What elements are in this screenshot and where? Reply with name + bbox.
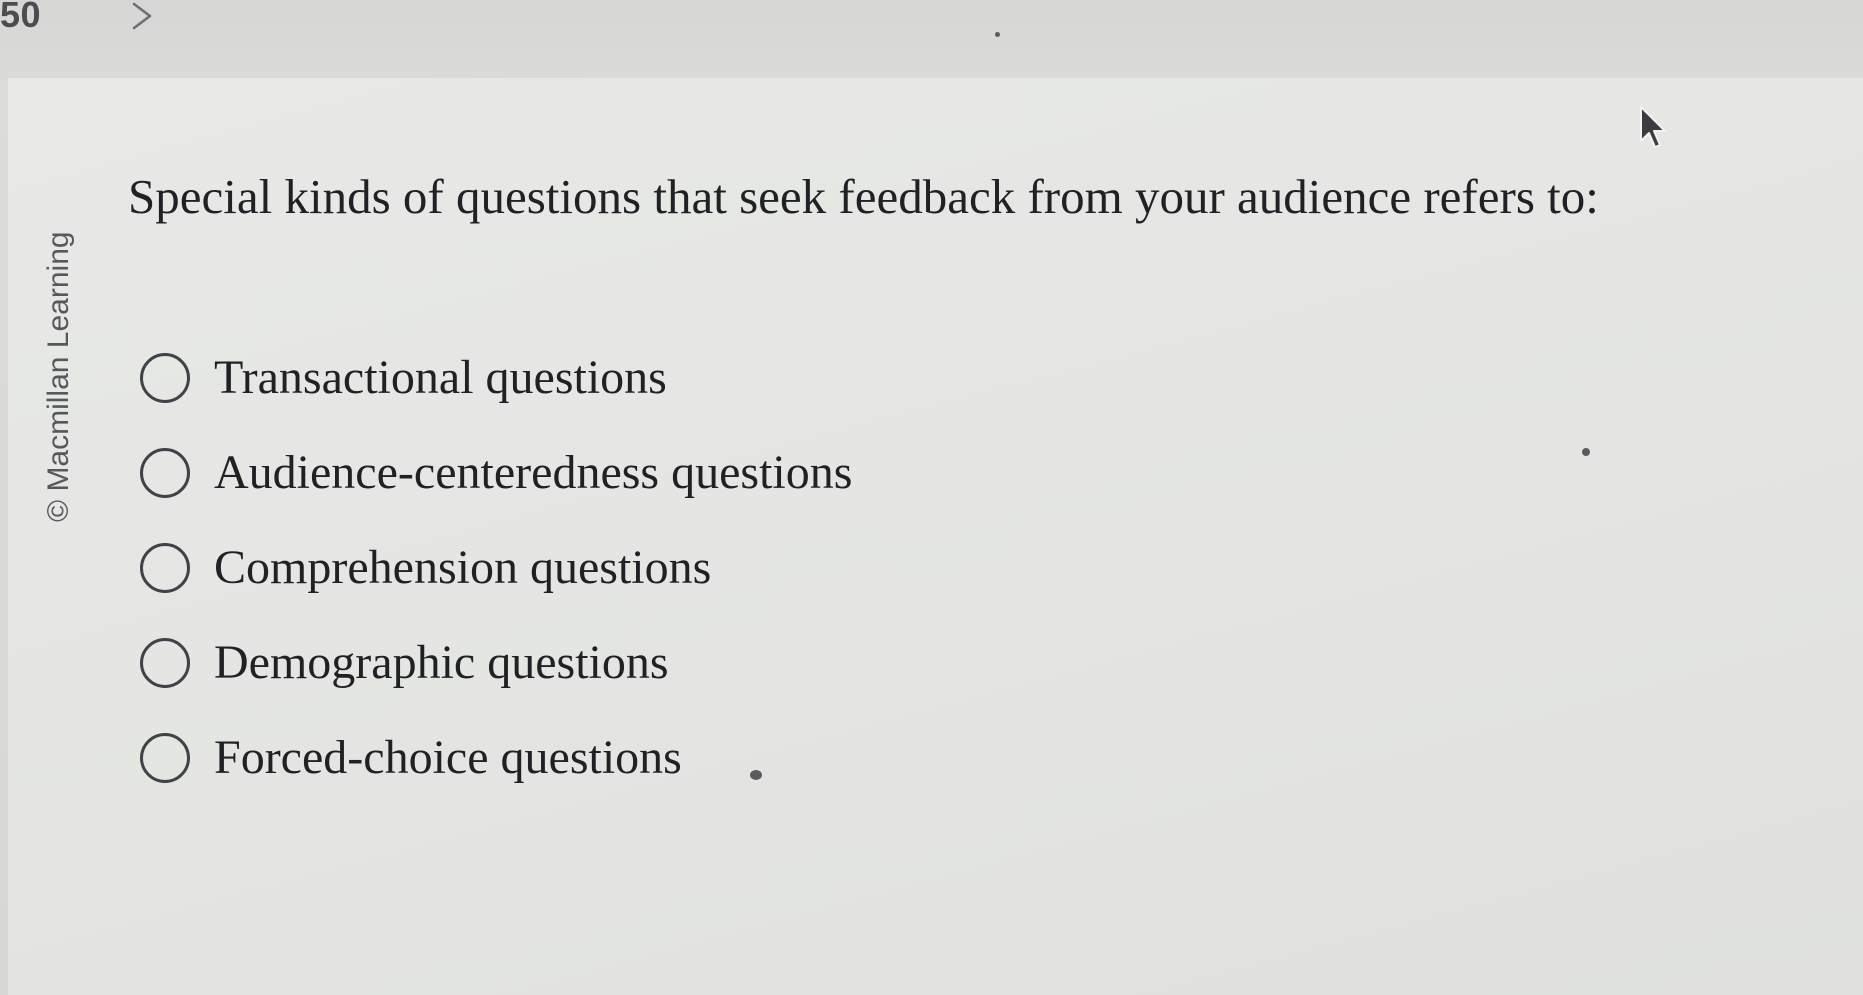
- screen-speck: [1582, 448, 1590, 456]
- copyright-watermark: © Macmillan Learning: [42, 231, 75, 522]
- radio-button-icon[interactable]: [140, 732, 190, 783]
- answer-option[interactable]: Transactional questions: [140, 330, 852, 425]
- answer-option[interactable]: Forced-choice questions: [140, 710, 852, 805]
- top-navigation-bar: 50: [0, 0, 1863, 80]
- answer-option[interactable]: Audience-centeredness questions: [140, 425, 852, 520]
- answer-option-label: Demographic questions: [214, 636, 669, 689]
- answer-option-label: Forced-choice questions: [214, 731, 682, 784]
- answer-option[interactable]: Demographic questions: [140, 615, 852, 710]
- question-prompt: Special kinds of questions that seek fee…: [128, 169, 1599, 224]
- answer-option-label: Comprehension questions: [214, 541, 712, 594]
- answer-options-list: Transactional questions Audience-centere…: [140, 330, 852, 805]
- radio-button-icon[interactable]: [140, 447, 190, 498]
- screen-speck: [995, 32, 1000, 37]
- radio-button-icon[interactable]: [140, 637, 190, 688]
- screen-speck: [750, 770, 762, 780]
- chevron-right-icon[interactable]: [128, 0, 156, 32]
- answer-option[interactable]: Comprehension questions: [140, 520, 852, 615]
- answer-option-label: Transactional questions: [214, 351, 667, 404]
- radio-button-icon[interactable]: [140, 352, 190, 403]
- question-number: 50: [0, 0, 42, 35]
- answer-option-label: Audience-centeredness questions: [214, 446, 853, 499]
- mouse-pointer-icon: [1640, 106, 1666, 148]
- radio-button-icon[interactable]: [140, 542, 190, 593]
